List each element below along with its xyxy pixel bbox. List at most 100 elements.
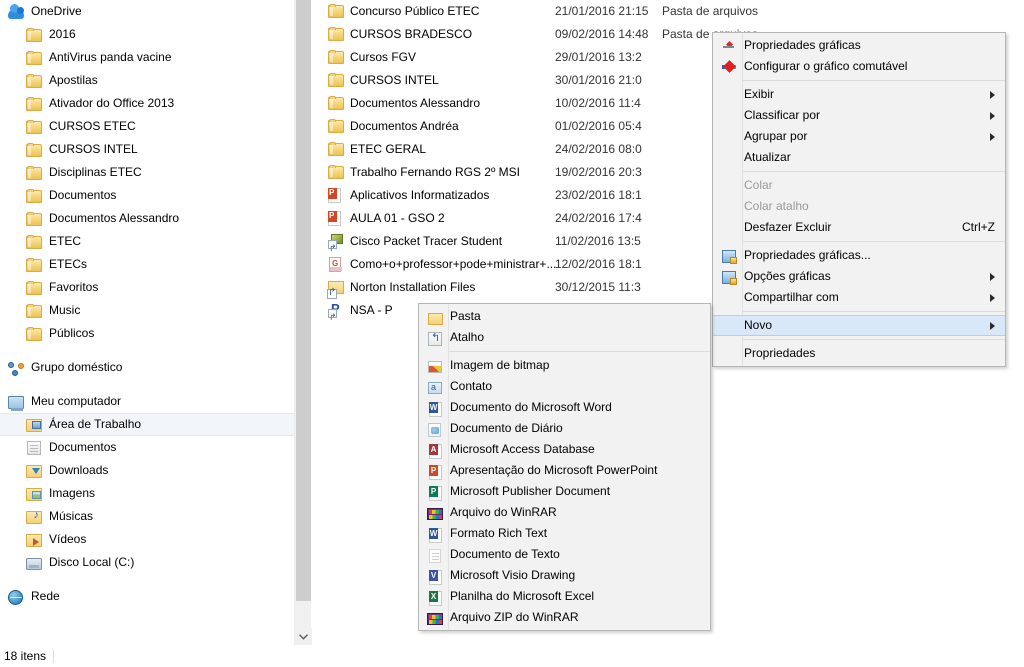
folder-icon <box>26 96 42 112</box>
menu-item-propriedades-graficas-2[interactable]: Propriedades gráficas... <box>713 245 1005 266</box>
folder-icon <box>26 257 42 273</box>
nav-item-disciplinas-etec[interactable]: Disciplinas ETEC <box>0 161 294 184</box>
scrollbar-thumb[interactable] <box>296 0 311 601</box>
menu-item-label: Propriedades gráficas... <box>744 248 871 262</box>
publisher-document-icon: P <box>425 484 442 501</box>
nav-item-music[interactable]: Music <box>0 299 294 322</box>
submenu-item-imagem-de-bitmap[interactable]: Imagem de bitmap <box>419 355 710 376</box>
folder-icon <box>26 188 42 204</box>
menu-item-novo[interactable]: Novo <box>713 315 1005 336</box>
navigation-pane: OneDrive 2016 AntiVirus panda vacine Apo… <box>0 0 294 645</box>
submenu-item-atalho[interactable]: Atalho <box>419 327 710 348</box>
nav-item-2016[interactable]: 2016 <box>0 23 294 46</box>
submenu-item-documento-do-microsoft-word[interactable]: W Documento do Microsoft Word <box>419 397 710 418</box>
nav-item-musicas[interactable]: Músicas <box>0 505 294 528</box>
nav-item-favoritos[interactable]: Favoritos <box>0 276 294 299</box>
nav-item-label: ETECs <box>49 257 88 271</box>
file-date: 10/02/2016 11:4 <box>555 96 641 110</box>
documents-folder-icon <box>26 440 42 456</box>
file-date: 12/02/2016 18:1 <box>555 257 642 271</box>
menu-item-agrupar-por[interactable]: Agrupar por <box>713 126 1005 147</box>
nav-item-publicos[interactable]: Públicos <box>0 322 294 345</box>
submenu-item-planilha-do-microsoft-excel[interactable]: X Planilha do Microsoft Excel <box>419 586 710 607</box>
menu-item-desfazer-excluir[interactable]: Desfazer Excluir Ctrl+Z <box>713 217 1005 238</box>
downloads-folder-icon <box>26 463 42 479</box>
folder-icon <box>26 73 42 89</box>
nav-item-onedrive[interactable]: OneDrive <box>0 0 294 23</box>
file-name: Cursos FGV <box>350 50 417 64</box>
submenu-item-documento-de-texto[interactable]: Documento de Texto <box>419 544 710 565</box>
file-date: 09/02/2016 14:48 <box>555 27 649 41</box>
nav-item-label: Apostilas <box>49 73 98 87</box>
menu-item-opcoes-graficas[interactable]: Opções gráficas <box>713 266 1005 287</box>
contact-icon <box>425 379 442 395</box>
excel-spreadsheet-icon: X <box>425 589 442 606</box>
nav-item-grupo-domestico[interactable]: Grupo doméstico <box>0 356 294 379</box>
menu-separator <box>743 339 1005 340</box>
menu-item-configurar-grafico-comutavel[interactable]: Configurar o gráfico comutável <box>713 56 1005 77</box>
nav-item-videos[interactable]: Vídeos <box>0 528 294 551</box>
file-name: Documentos Alessandro <box>350 96 481 110</box>
nav-item-cursos-etec[interactable]: CURSOS ETEC <box>0 115 294 138</box>
nav-item-apostilas[interactable]: Apostilas <box>0 69 294 92</box>
nav-item-ativador-do-office-2013[interactable]: Ativador do Office 2013 <box>0 92 294 115</box>
nav-item-documentos-alessandro[interactable]: Documentos Alessandro <box>0 207 294 230</box>
nav-item-label: Ativador do Office 2013 <box>49 96 175 110</box>
menu-item-label: Compartilhar com <box>744 290 839 304</box>
submenu-item-documento-de-diario[interactable]: Documento de Diário <box>419 418 710 439</box>
nav-item-label: Grupo doméstico <box>31 360 123 374</box>
table-row[interactable]: Concurso Público ETEC 21/01/2016 21:15 P… <box>312 0 1024 23</box>
menu-item-label: Agrupar por <box>744 129 808 143</box>
nav-item-etec[interactable]: ETEC <box>0 230 294 253</box>
menu-item-label: Exibir <box>744 87 775 101</box>
nav-item-imagens[interactable]: Imagens <box>0 482 294 505</box>
nav-item-etecs[interactable]: ETECs <box>0 253 294 276</box>
nav-item-disco-local-c[interactable]: Disco Local (C:) <box>0 551 294 574</box>
submenu-item-contato[interactable]: Contato <box>419 376 710 397</box>
menu-item-atualizar[interactable]: Atualizar <box>713 147 1005 168</box>
nav-item-label: Músicas <box>49 509 94 523</box>
text-document-icon <box>425 547 441 563</box>
menu-item-label: Configurar o gráfico comutável <box>744 59 908 73</box>
menu-item-label: Atualizar <box>744 150 791 164</box>
menu-item-compartilhar-com[interactable]: Compartilhar com <box>713 287 1005 308</box>
nav-item-antivirus-panda-vacine[interactable]: AntiVirus panda vacine <box>0 46 294 69</box>
menu-separator <box>743 80 1005 81</box>
file-date: 01/02/2016 05:4 <box>555 119 642 133</box>
monitor-icon <box>719 269 737 285</box>
nsa-shortcut-icon: P <box>328 302 344 329</box>
submenu-item-formato-rich-text[interactable]: W Formato Rich Text <box>419 523 710 544</box>
submenu-item-label: Imagem de bitmap <box>450 358 550 372</box>
submenu-item-label: Documento do Microsoft Word <box>450 400 612 414</box>
submenu-item-microsoft-access-database[interactable]: A Microsoft Access Database <box>419 439 710 460</box>
chevron-right-icon <box>990 132 995 141</box>
menu-item-propriedades-graficas[interactable]: Propriedades gráficas <box>713 35 1005 56</box>
nav-item-documentos-pc[interactable]: Documentos <box>0 436 294 459</box>
menu-item-propriedades[interactable]: Propriedades <box>713 343 1005 364</box>
nav-item-rede[interactable]: Rede <box>0 585 294 608</box>
nav-item-meu-computador[interactable]: Meu computador <box>0 390 294 413</box>
menu-item-classificar-por[interactable]: Classificar por <box>713 105 1005 126</box>
nav-item-cursos-intel[interactable]: CURSOS INTEL <box>0 138 294 161</box>
nav-item-area-de-trabalho[interactable]: Área de Trabalho <box>0 413 294 436</box>
submenu-item-microsoft-publisher-document[interactable]: P Microsoft Publisher Document <box>419 481 710 502</box>
nav-item-label: Disciplinas ETEC <box>49 165 142 179</box>
nav-item-label: Favoritos <box>49 280 99 294</box>
navigation-scrollbar[interactable] <box>294 0 312 645</box>
menu-item-label: Classificar por <box>744 108 821 122</box>
chevron-right-icon <box>990 321 995 330</box>
submenu-item-arquivo-zip-do-winrar[interactable]: Arquivo ZIP do WinRAR <box>419 607 710 628</box>
submenu-item-arquivo-do-winrar[interactable]: Arquivo do WinRAR <box>419 502 710 523</box>
file-name: Cisco Packet Tracer Student <box>350 234 503 248</box>
menu-item-exibir[interactable]: Exibir <box>713 84 1005 105</box>
file-date: 29/01/2016 13:2 <box>555 50 642 64</box>
folder-icon <box>328 95 344 111</box>
nav-item-documentos[interactable]: Documentos <box>0 184 294 207</box>
nav-item-label: AntiVirus panda vacine <box>49 50 172 64</box>
submenu-item-apresentacao-do-microsoft-powerpoint[interactable]: P Apresentação do Microsoft PowerPoint <box>419 460 710 481</box>
nav-item-downloads[interactable]: Downloads <box>0 459 294 482</box>
submenu-item-microsoft-visio-drawing[interactable]: V Microsoft Visio Drawing <box>419 565 710 586</box>
scroll-down-button[interactable] <box>295 628 312 645</box>
videos-folder-icon <box>26 532 42 548</box>
submenu-item-pasta[interactable]: Pasta <box>419 306 710 327</box>
